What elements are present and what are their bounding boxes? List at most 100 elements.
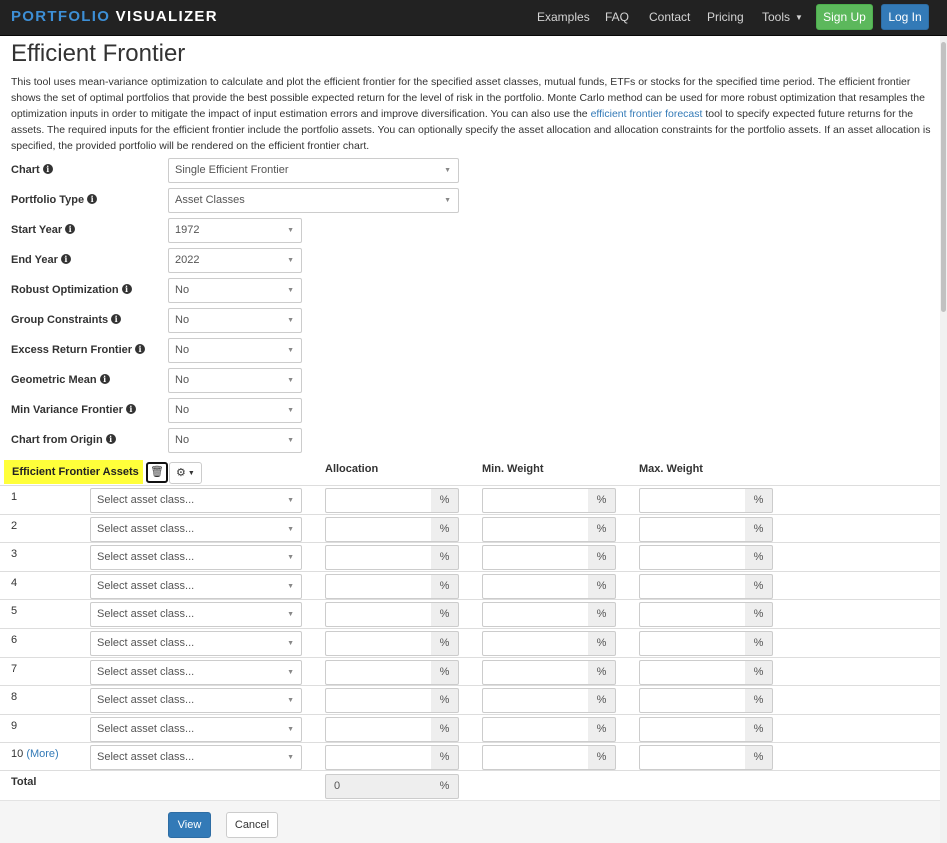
info-icon[interactable]: i bbox=[135, 344, 146, 354]
allocation-input[interactable] bbox=[325, 488, 432, 513]
max-weight-input[interactable] bbox=[639, 660, 746, 685]
row-number: 4 bbox=[11, 577, 17, 589]
asset-row: 4 Select asset class... ▼%%% bbox=[0, 571, 940, 599]
end-year-label: End Year i bbox=[11, 254, 71, 266]
chart-from-origin-select[interactable]: No ▼ bbox=[168, 428, 302, 453]
info-icon[interactable]: i bbox=[125, 404, 136, 414]
signup-button[interactable]: Sign Up bbox=[816, 4, 873, 30]
end-year-value: 2022 bbox=[175, 254, 200, 266]
asset-class-select[interactable]: Select asset class... ▼ bbox=[90, 688, 302, 713]
info-icon[interactable]: i bbox=[105, 434, 116, 444]
cancel-button[interactable]: Cancel bbox=[226, 812, 278, 838]
allocation-input[interactable] bbox=[325, 545, 432, 570]
nav-pricing[interactable]: Pricing bbox=[707, 10, 744, 24]
min-weight-percent-addon: % bbox=[588, 688, 616, 713]
page-scrollbar[interactable] bbox=[940, 36, 947, 843]
min-weight-input[interactable] bbox=[482, 488, 589, 513]
min-variance-frontier-value: No bbox=[175, 404, 190, 416]
info-icon[interactable]: i bbox=[60, 254, 71, 264]
max-weight-header: Max. Weight bbox=[639, 463, 703, 475]
max-weight-input[interactable] bbox=[639, 745, 746, 770]
login-button[interactable]: Log In bbox=[881, 4, 929, 30]
start-year-select[interactable]: 1972 ▼ bbox=[168, 218, 302, 243]
min-weight-input[interactable] bbox=[482, 631, 589, 656]
nav-examples[interactable]: Examples bbox=[537, 10, 590, 24]
max-weight-input[interactable] bbox=[639, 602, 746, 627]
asset-class-select[interactable]: Select asset class... ▼ bbox=[90, 574, 302, 599]
min-weight-input[interactable] bbox=[482, 545, 589, 570]
asset-row: 6 Select asset class... ▼%%% bbox=[0, 628, 940, 656]
info-icon[interactable]: i bbox=[87, 194, 98, 204]
allocation-input[interactable] bbox=[325, 574, 432, 599]
max-weight-input[interactable] bbox=[639, 631, 746, 656]
asset-class-select[interactable]: Select asset class... ▼ bbox=[90, 545, 302, 570]
nav-faq[interactable]: FAQ bbox=[605, 10, 629, 24]
max-weight-input[interactable] bbox=[639, 488, 746, 513]
chevron-down-icon: ▼ bbox=[287, 669, 294, 676]
asset-class-select[interactable]: Select asset class... ▼ bbox=[90, 631, 302, 656]
portfolio-type-select[interactable]: Asset Classes ▼ bbox=[168, 188, 459, 213]
info-icon[interactable]: i bbox=[99, 374, 110, 384]
min-weight-input[interactable] bbox=[482, 717, 589, 742]
scrollbar-thumb[interactable] bbox=[941, 42, 946, 312]
asset-class-select[interactable]: Select asset class... ▼ bbox=[90, 517, 302, 542]
asset-class-select[interactable]: Select asset class... ▼ bbox=[90, 717, 302, 742]
allocation-input[interactable] bbox=[325, 517, 432, 542]
asset-class-select[interactable]: Select asset class... ▼ bbox=[90, 660, 302, 685]
asset-class-placeholder: Select asset class... bbox=[97, 723, 195, 735]
robust-optimization-select[interactable]: No ▼ bbox=[168, 278, 302, 303]
min-weight-input[interactable] bbox=[482, 517, 589, 542]
allocation-input[interactable] bbox=[325, 660, 432, 685]
min-weight-input[interactable] bbox=[482, 660, 589, 685]
chart-select[interactable]: Single Efficient Frontier ▼ bbox=[168, 158, 459, 183]
geometric-mean-select[interactable]: No ▼ bbox=[168, 368, 302, 393]
min-weight-input[interactable] bbox=[482, 745, 589, 770]
robust-optimization-label: Robust Optimization i bbox=[11, 284, 132, 296]
min-weight-input[interactable] bbox=[482, 574, 589, 599]
max-weight-input[interactable] bbox=[639, 517, 746, 542]
allocation-percent-addon: % bbox=[431, 574, 459, 599]
chevron-down-icon: ▼ bbox=[287, 287, 294, 294]
group-constraints-select[interactable]: No ▼ bbox=[168, 308, 302, 333]
max-weight-input[interactable] bbox=[639, 574, 746, 599]
nav-contact[interactable]: Contact bbox=[649, 10, 690, 24]
info-icon[interactable]: i bbox=[42, 164, 53, 174]
brand-logo[interactable]: PORTFOLIO VISUALIZER bbox=[11, 8, 218, 25]
allocation-input[interactable] bbox=[325, 688, 432, 713]
max-weight-input[interactable] bbox=[639, 688, 746, 713]
asset-options-button[interactable]: ⚙ ▼ bbox=[169, 462, 202, 484]
asset-row: 2 Select asset class... ▼%%% bbox=[0, 514, 940, 542]
end-year-select[interactable]: 2022 ▼ bbox=[168, 248, 302, 273]
asset-class-select[interactable]: Select asset class... ▼ bbox=[90, 745, 302, 770]
nav-tools[interactable]: Tools ▼ bbox=[762, 10, 803, 24]
max-weight-input[interactable] bbox=[639, 717, 746, 742]
allocation-input[interactable] bbox=[325, 745, 432, 770]
asset-class-placeholder: Select asset class... bbox=[97, 666, 195, 678]
max-weight-percent-addon: % bbox=[745, 660, 773, 685]
chevron-down-icon: ▼ bbox=[287, 227, 294, 234]
info-icon[interactable]: i bbox=[121, 284, 132, 294]
view-button[interactable]: View bbox=[168, 812, 211, 838]
clear-assets-button[interactable]: 🗑 bbox=[146, 462, 168, 483]
allocation-input[interactable] bbox=[325, 631, 432, 656]
min-weight-input[interactable] bbox=[482, 602, 589, 627]
asset-row-number: 7 bbox=[11, 663, 18, 675]
chevron-down-icon: ▼ bbox=[287, 526, 294, 533]
allocation-input[interactable] bbox=[325, 602, 432, 627]
allocation-input[interactable] bbox=[325, 717, 432, 742]
page-title: Efficient Frontier bbox=[11, 40, 186, 67]
more-assets-link[interactable]: (More) bbox=[26, 748, 58, 760]
info-icon[interactable]: i bbox=[65, 224, 76, 234]
min-weight-input[interactable] bbox=[482, 688, 589, 713]
min-variance-frontier-select[interactable]: No ▼ bbox=[168, 398, 302, 423]
allocation-percent-addon: % bbox=[431, 545, 459, 570]
excess-return-frontier-select[interactable]: No ▼ bbox=[168, 338, 302, 363]
asset-class-select[interactable]: Select asset class... ▼ bbox=[90, 602, 302, 627]
row-number: 8 bbox=[11, 691, 17, 703]
efficient-frontier-forecast-link[interactable]: efficient frontier forecast bbox=[591, 108, 703, 120]
robust-optimization-value: No bbox=[175, 284, 190, 296]
asset-class-select[interactable]: Select asset class... ▼ bbox=[90, 488, 302, 513]
max-weight-input[interactable] bbox=[639, 545, 746, 570]
max-weight-percent-addon: % bbox=[745, 688, 773, 713]
info-icon[interactable]: i bbox=[111, 314, 122, 324]
